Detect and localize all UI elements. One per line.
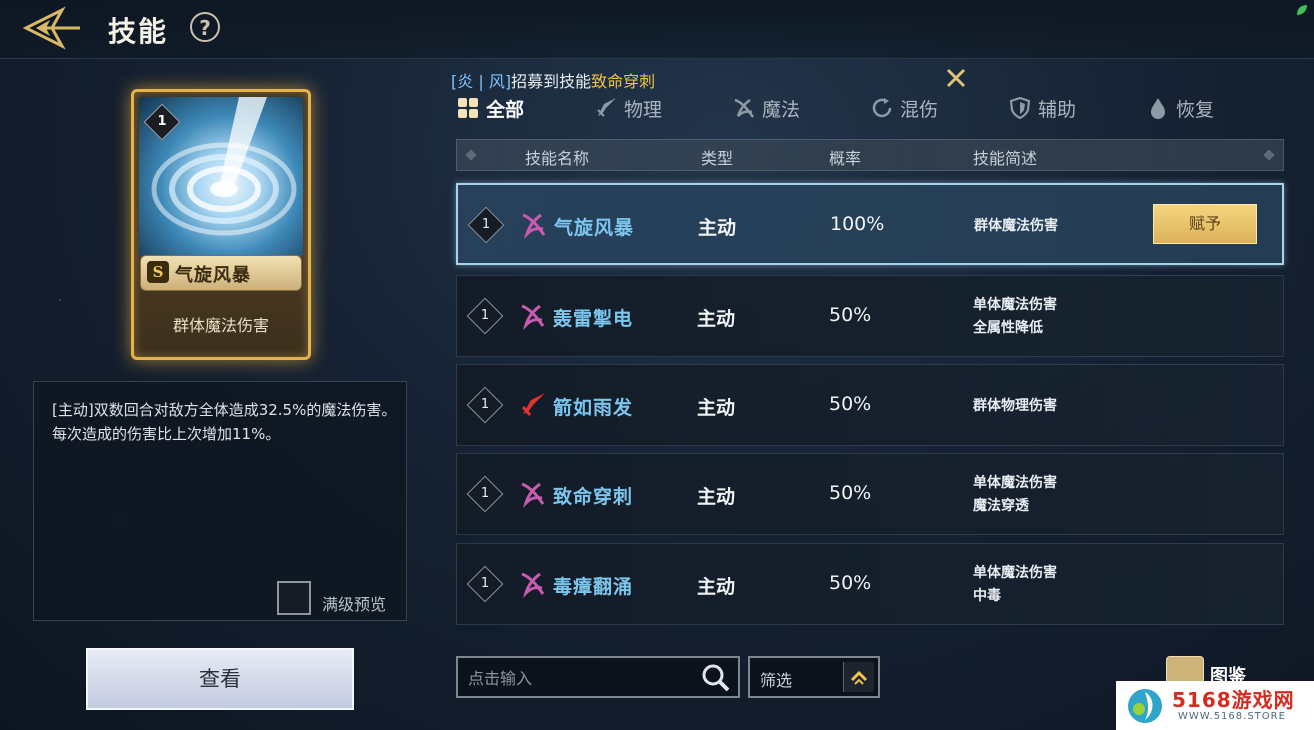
watermark-url: WWW.5168.STORE	[1178, 711, 1286, 722]
level-badge: 1	[466, 475, 504, 513]
skill-name: 致命穿刺	[553, 486, 634, 508]
tab-all[interactable]: 全部	[456, 94, 524, 122]
col-skill-name: 技能名称	[525, 149, 590, 168]
help-button[interactable]: ?	[190, 12, 220, 42]
skill-summary: 单体魔法伤害 全属性降低	[973, 297, 1057, 336]
view-button-label: 查看	[199, 667, 241, 691]
skill-row[interactable]: 1 轰雷掣电 主动 50% 单体魔法伤害 全属性降低	[456, 275, 1284, 357]
skill-type: 主动	[698, 217, 737, 239]
back-button[interactable]	[22, 6, 82, 50]
magic-icon	[734, 98, 755, 118]
magic-skill-icon	[522, 213, 546, 239]
top-bar: 技能 ?	[0, 0, 1314, 59]
skill-type: 主动	[697, 576, 736, 598]
rarity-badge: S	[147, 261, 169, 283]
skill-row[interactable]: 1 毒瘴翻涌 主动 50% 单体魔法伤害 中毒	[456, 543, 1284, 625]
tab-magic[interactable]: 魔法	[732, 94, 800, 122]
sword-icon	[597, 98, 616, 117]
search-icon[interactable]	[700, 662, 732, 694]
magic-skill-icon	[521, 572, 545, 598]
card-skill-name: 气旋风暴	[175, 265, 251, 286]
filter-label: 筛选	[760, 671, 793, 690]
magic-skill-icon	[521, 304, 545, 330]
tab-heal[interactable]: 恢复	[1146, 94, 1214, 122]
recruit-hero-names: 炎 | 风	[457, 72, 505, 91]
skill-detail-panel: [主动]双数回合对敌方全体造成32.5%的魔法伤害。每次造成的伤害比上次增加11…	[33, 381, 407, 621]
skill-probability: 50%	[829, 572, 872, 594]
card-skill-description: 群体魔法伤害	[172, 316, 269, 335]
watermark-title: 5168游戏网	[1172, 688, 1295, 712]
cycle-icon	[872, 98, 892, 118]
skill-type: 主动	[697, 397, 736, 419]
skill-table-header: 技能名称 类型 概率 技能简述	[456, 139, 1284, 171]
skill-name: 轰雷掣电	[553, 308, 634, 330]
skill-summary: 单体魔法伤害 魔法穿透	[973, 475, 1057, 514]
skill-probability: 100%	[830, 213, 885, 235]
skill-name: 毒瘴翻涌	[553, 576, 634, 598]
header-ornament-right	[1263, 149, 1275, 161]
search-box	[456, 656, 740, 698]
drop-icon	[1151, 98, 1165, 119]
assign-button[interactable]: 赋予	[1153, 204, 1257, 244]
skill-artwork: 1	[139, 97, 303, 257]
skill-name: 气旋风暴	[554, 217, 635, 239]
tab-support[interactable]: 辅助	[1008, 94, 1076, 122]
level-badge: 1	[466, 297, 504, 335]
skill-summary: 群体物理伤害	[973, 398, 1057, 414]
physical-skill-icon	[521, 393, 545, 416]
site-logo-icon	[1128, 689, 1162, 723]
tab-mixed[interactable]: 混伤	[870, 94, 938, 122]
view-button[interactable]: 查看	[86, 648, 354, 710]
col-probability: 概率	[829, 149, 862, 168]
skill-row[interactable]: 1 箭如雨发 主动 50% 群体物理伤害	[456, 364, 1284, 446]
close-icon[interactable]	[944, 66, 968, 90]
level-badge: 1	[466, 386, 504, 424]
skill-name: 箭如雨发	[553, 397, 634, 419]
card-name-plate: S 气旋风暴	[140, 255, 302, 291]
shield-icon	[1009, 96, 1031, 120]
magic-skill-icon	[521, 482, 545, 508]
skill-row[interactable]: 1 气旋风暴 主动 100% 群体魔法伤害 赋予	[456, 183, 1284, 265]
max-level-preview-label: 满级预览	[322, 595, 387, 614]
chevron-up-icon	[850, 670, 868, 685]
skill-probability: 50%	[829, 482, 872, 504]
skill-probability: 50%	[829, 393, 872, 415]
grid-icon	[458, 98, 478, 118]
site-watermark: 5168游戏网 WWW.5168.STORE	[1116, 681, 1314, 730]
recruit-notice: [炎 | 风]招募到技能致命穿刺	[451, 72, 656, 91]
skill-probability: 50%	[829, 304, 872, 326]
skill-type: 主动	[697, 486, 736, 508]
skill-summary: 群体魔法伤害	[974, 218, 1058, 234]
selected-skill-card: 1 S 气旋风暴 群体魔法伤害	[131, 89, 311, 360]
max-level-preview-checkbox[interactable]	[277, 581, 311, 615]
filter-toggle[interactable]	[843, 662, 874, 692]
skill-detail-text: [主动]双数回合对敌方全体造成32.5%的魔法伤害。每次造成的伤害比上次增加11…	[52, 401, 397, 443]
leaf-icon	[1297, 5, 1307, 15]
tab-physical[interactable]: 物理	[594, 94, 662, 122]
back-arrow-icon	[22, 6, 80, 50]
level-badge: 1	[467, 206, 505, 244]
page-title: 技能	[108, 15, 169, 48]
header-ornament-left	[465, 149, 477, 161]
recruit-skill-name: 致命穿刺	[591, 72, 656, 91]
col-description: 技能简述	[973, 149, 1038, 168]
search-input[interactable]	[466, 666, 690, 690]
skill-row[interactable]: 1 致命穿刺 主动 50% 单体魔法伤害 魔法穿透	[456, 453, 1284, 535]
skill-type: 主动	[697, 308, 736, 330]
col-type: 类型	[701, 149, 734, 168]
level-badge: 1	[466, 565, 504, 603]
skill-summary: 单体魔法伤害 中毒	[973, 565, 1057, 604]
filter-dropdown[interactable]: 筛选	[748, 656, 880, 698]
